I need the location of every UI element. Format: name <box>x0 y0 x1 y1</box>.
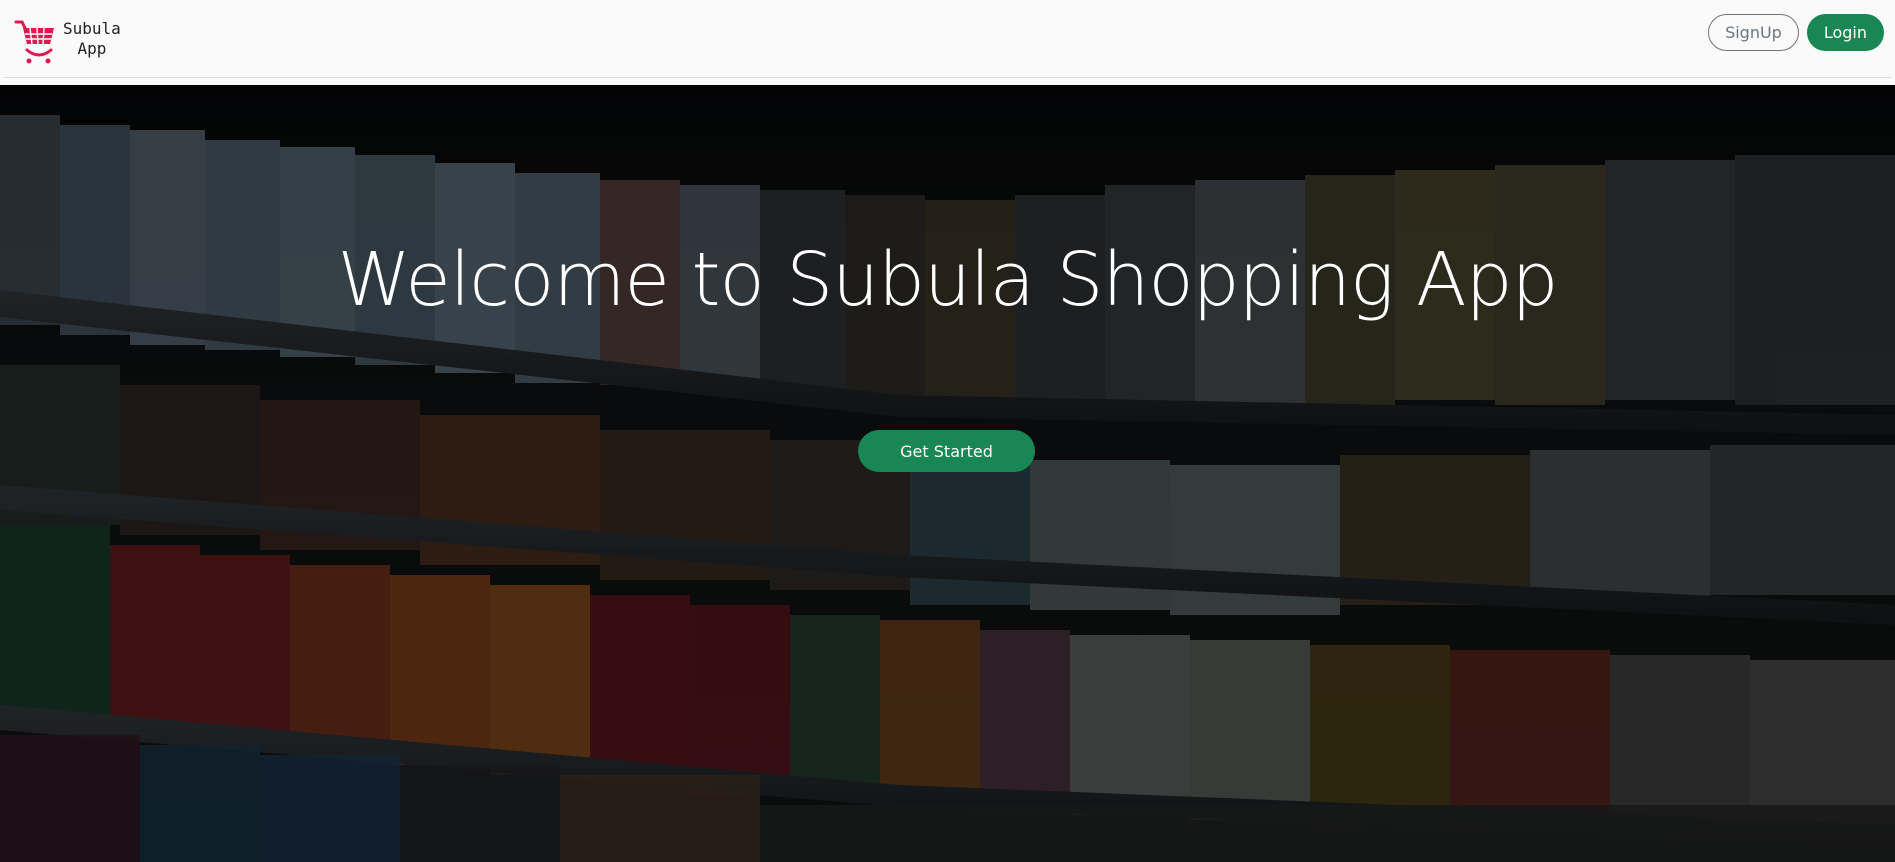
login-button[interactable]: Login <box>1806 14 1884 51</box>
hero-title: Welcome to Subula Shopping App <box>337 237 1558 323</box>
hero-dark-overlay <box>0 85 1895 862</box>
get-started-button[interactable]: Get Started <box>858 430 1035 472</box>
brand-name-line1: Subula <box>63 19 121 38</box>
shopping-cart-smile-icon <box>14 20 54 64</box>
brand-name-line2: App <box>77 39 107 58</box>
brand-name: Subula App <box>63 19 121 59</box>
signup-button[interactable]: SignUp <box>1708 14 1799 51</box>
navbar-divider <box>4 77 1891 78</box>
nav-actions: SignUp Login <box>1708 14 1884 51</box>
navbar: Subula App SignUp Login <box>0 0 1895 85</box>
hero-section: Welcome to Subula Shopping App Get Start… <box>0 85 1895 862</box>
brand[interactable]: Subula App <box>14 14 121 64</box>
